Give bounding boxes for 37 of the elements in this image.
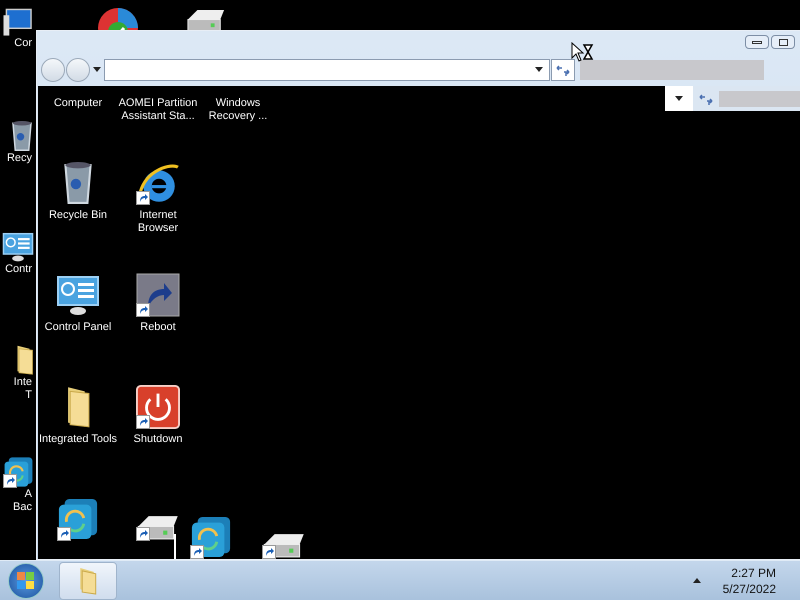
recycle-bin-icon (10, 120, 34, 152)
icon-label: Cor (14, 37, 32, 50)
icon-label: Internet Browser (136, 209, 180, 235)
folder-icon (16, 344, 34, 376)
refresh-icon[interactable] (556, 64, 570, 76)
power-icon (136, 385, 180, 429)
refresh-icon[interactable] (699, 92, 713, 104)
icon-label: Integrated Tools (38, 433, 118, 446)
icon-label: A (24, 488, 32, 501)
icon-label: Shutdown (132, 433, 184, 446)
control-panel-icon (2, 232, 34, 263)
restore-button[interactable] (771, 35, 795, 49)
caret-down-icon[interactable] (93, 67, 101, 72)
icon-label: T (25, 389, 32, 402)
windows-logo-icon (17, 572, 35, 590)
icon-label: Recycle Bin (48, 209, 108, 222)
caret-down-icon[interactable] (675, 96, 683, 101)
sync-icon (57, 497, 99, 541)
caret-down-icon[interactable] (535, 67, 543, 72)
minimize-button[interactable] (745, 35, 769, 49)
icon-label: Reboot (139, 321, 177, 334)
start-button[interactable] (8, 562, 44, 598)
icon-label: Bac (13, 501, 32, 514)
clock-date[interactable]: 5/27/2022 (722, 580, 776, 596)
icon-label: Control Panel (44, 321, 112, 334)
icon-label: Recy (6, 152, 32, 165)
icon-label: AOMEI Partition Assistant Sta... (118, 97, 198, 123)
folder-icon (79, 566, 97, 594)
monitor-icon (2, 8, 34, 37)
clock-time[interactable]: 2:27 PM (731, 564, 776, 580)
caret-up-icon[interactable] (692, 578, 701, 583)
address-field[interactable] (104, 58, 550, 80)
sync-icon (190, 515, 232, 559)
icon-label: Contr (5, 263, 32, 276)
icon-label: Inte (14, 376, 32, 389)
icon-label: Computer (52, 97, 104, 110)
icon-label: Windows Recovery ... (208, 97, 268, 123)
